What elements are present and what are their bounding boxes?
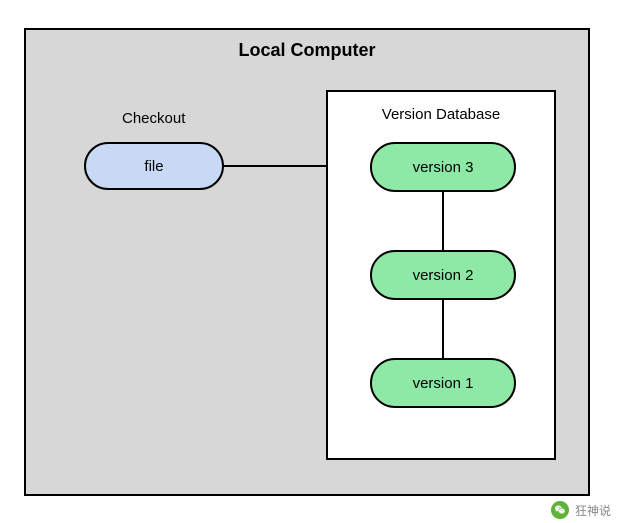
connector-v2-v1 <box>442 300 444 358</box>
version-1-label: version 1 <box>413 375 474 392</box>
version-database-box: Version Database version 3 version 2 ver… <box>326 90 556 460</box>
version-3-label: version 3 <box>413 159 474 176</box>
connector-v3-v2 <box>442 192 444 250</box>
version-1-node: version 1 <box>370 358 516 408</box>
diagram-title: Local Computer <box>26 40 588 61</box>
version-database-label: Version Database <box>328 106 554 123</box>
wechat-icon <box>551 501 569 519</box>
checkout-label: Checkout <box>122 110 185 127</box>
version-2-label: version 2 <box>413 267 474 284</box>
watermark-text: 狂神说 <box>575 502 611 519</box>
file-node: file <box>84 142 224 190</box>
watermark: 狂神说 <box>551 501 611 519</box>
version-3-node: version 3 <box>370 142 516 192</box>
version-2-node: version 2 <box>370 250 516 300</box>
file-node-label: file <box>144 158 163 175</box>
local-computer-box: Local Computer Checkout file Version Dat… <box>24 28 590 496</box>
